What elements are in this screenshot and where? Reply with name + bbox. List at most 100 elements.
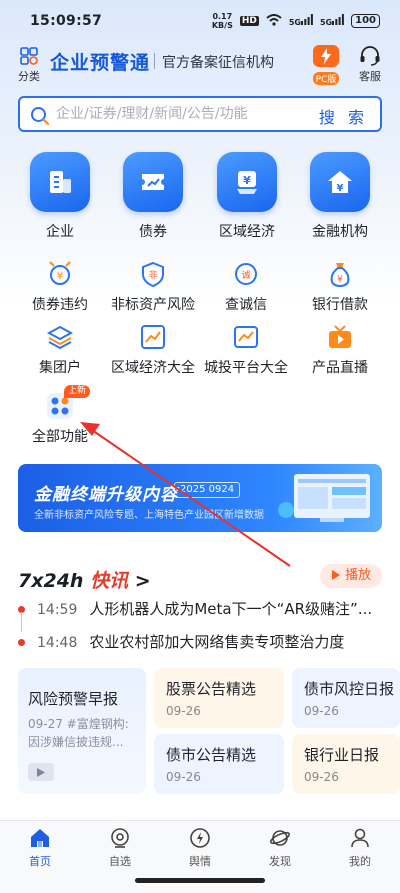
category-label: 分类 xyxy=(18,70,40,83)
user-icon xyxy=(351,828,369,848)
promo-banner[interactable]: 金融终端升级内容 2025 0924 全新非标资产风险专题、上海特色产业园区新增… xyxy=(18,464,382,532)
news-title-prefix: 7x24h xyxy=(18,570,84,592)
svg-text:¥: ¥ xyxy=(337,275,343,285)
category-enterprise[interactable]: 企业 xyxy=(20,152,100,241)
tool-bank-loan[interactable]: ¥ 银行借款 xyxy=(290,260,390,314)
regional-yen-icon: ¥ xyxy=(217,152,277,212)
tool-check-integrity[interactable]: 诚 查诚信 xyxy=(196,260,296,314)
terminal-illustration-icon xyxy=(278,474,370,522)
feature-card[interactable]: 债市公告精选 09-26 xyxy=(154,734,284,794)
status-icons: 0.17 KB/S HD 5G 5G 100 xyxy=(212,12,380,30)
category-button[interactable]: 分类 xyxy=(16,46,42,84)
card-title: 债市公告精选 xyxy=(166,746,257,764)
status-time: 15:09:57 xyxy=(30,13,103,29)
feature-card[interactable]: 股票公告精选 09-26 xyxy=(154,668,284,728)
tool-regional-economy-all[interactable]: 区域经济大全 xyxy=(103,323,203,377)
tool-all-functions[interactable]: 全部功能 xyxy=(10,392,110,446)
banner-subtitle: 全新非标资产风险专题、上海特色产业园区新增数据 xyxy=(34,510,264,521)
bond-ticket-icon xyxy=(123,152,183,212)
news-title-highlight: 快讯 xyxy=(90,570,129,592)
category-financial-institution[interactable]: ¥ 金融机构 xyxy=(300,152,380,241)
search-button[interactable]: 搜 索 xyxy=(319,104,368,128)
nav-watchlist-label: 自选 xyxy=(109,855,131,868)
category-regional-economy[interactable]: ¥ 区域经济 xyxy=(207,152,287,241)
feature-card[interactable]: 债市风控日报 09-26 xyxy=(292,668,400,728)
net-speed: 0.17 KB/S xyxy=(211,12,233,30)
tool-product-live[interactable]: 产品直播 xyxy=(290,323,390,377)
home-icon xyxy=(31,829,49,847)
hd-icon: HD xyxy=(239,16,259,26)
play-label: 播放 xyxy=(345,568,372,583)
pc-version-label: PC版 xyxy=(312,72,340,85)
tool-bond-default-label: 债券违约 xyxy=(32,297,88,313)
card-desc: 09-27 #富煌钢构: 因涉嫌信披违规... xyxy=(28,717,129,749)
status-bar: 15:09:57 0.17 KB/S HD 5G 5G 100 xyxy=(0,0,400,44)
news-text: 人形机器人成为Meta下一个“AR级赌注”... xyxy=(89,600,373,618)
customer-service-button[interactable]: 客服 xyxy=(356,46,384,84)
banner-date: 2025 0924 xyxy=(174,482,241,498)
signal-icon-2: 5G xyxy=(320,14,345,28)
feature-card[interactable]: 银行业日报 09-26 xyxy=(292,734,400,794)
news-item[interactable]: 14:59 人形机器人成为Meta下一个“AR级赌注”... xyxy=(18,598,388,619)
news-time: 14:59 xyxy=(37,602,78,618)
timeline-line xyxy=(21,612,22,632)
category-bond[interactable]: 债券 xyxy=(113,152,193,241)
card-date: 09-26 xyxy=(166,770,201,784)
tv-play-icon xyxy=(326,323,354,351)
main-category-grid: 企业 债券 ¥ 区域经济 ¥ 金融机构 xyxy=(0,152,400,242)
news-time: 14:48 xyxy=(37,635,78,651)
nav-discover-label: 发现 xyxy=(269,855,291,868)
nav-watchlist[interactable]: 自选 xyxy=(90,827,150,869)
news-section-title[interactable]: 7x24h 快讯 > xyxy=(18,566,151,593)
nav-profile-label: 我的 xyxy=(349,855,371,868)
search-bar[interactable]: 搜 索 xyxy=(18,96,382,132)
tool-product-live-label: 产品直播 xyxy=(312,360,368,376)
nav-sentiment[interactable]: 舆情 xyxy=(170,827,230,869)
search-input[interactable] xyxy=(56,102,326,126)
pc-version-button[interactable]: PC版 xyxy=(309,45,343,86)
lightning-icon xyxy=(313,45,339,67)
card-date: 09-26 xyxy=(304,704,339,718)
category-bond-label: 债券 xyxy=(139,224,167,240)
customer-service-label: 客服 xyxy=(359,70,381,83)
lightning-circle-icon xyxy=(190,828,210,848)
tool-nonstandard-risk-label: 非标资产风险 xyxy=(111,297,195,313)
tool-urban-investment-all[interactable]: 城投平台大全 xyxy=(196,323,296,377)
banner-title: 金融终端升级内容 xyxy=(34,485,178,505)
nav-profile[interactable]: 我的 xyxy=(330,827,390,869)
timeline-dot xyxy=(18,639,25,646)
risk-morning-report-card[interactable]: 风险预警早报 09-27 #富煌钢构: 因涉嫌信披违规... xyxy=(18,668,146,794)
chevron-right-icon: > xyxy=(134,570,151,592)
news-item[interactable]: 14:48 农业农村部加大网络售卖专项整治力度 xyxy=(18,631,388,652)
search-icon xyxy=(31,107,50,126)
tool-check-integrity-label: 查诚信 xyxy=(225,297,267,313)
svg-text:诚: 诚 xyxy=(241,269,250,281)
tool-nonstandard-risk[interactable]: 非 非标资产风险 xyxy=(103,260,203,314)
tool-regional-economy-all-label: 区域经济大全 xyxy=(111,360,195,376)
tool-bond-default[interactable]: ¥ 债券违约 xyxy=(10,260,110,314)
svg-text:¥: ¥ xyxy=(337,183,344,194)
play-icon xyxy=(331,570,340,580)
svg-text:¥: ¥ xyxy=(57,271,63,282)
yen-coin-icon: ¥ xyxy=(46,260,74,288)
card-title: 风险预警早报 xyxy=(28,690,119,708)
signal-icon-1: 5G xyxy=(289,14,313,28)
line-chart-icon xyxy=(232,323,260,351)
new-badge: 上新 xyxy=(64,385,91,398)
nav-home-label: 首页 xyxy=(29,855,51,868)
header-divider xyxy=(154,53,155,69)
bank-house-icon: ¥ xyxy=(310,152,370,212)
app-header: 分类 企业预警通 官方备案征信机构 PC版 客服 xyxy=(0,44,400,88)
nav-home[interactable]: 首页 xyxy=(10,827,70,869)
play-button[interactable]: 播放 xyxy=(320,564,382,588)
nav-discover[interactable]: 发现 xyxy=(250,827,310,869)
video-play-icon xyxy=(28,763,54,781)
trend-chart-icon xyxy=(139,323,167,351)
category-financial-institution-label: 金融机构 xyxy=(312,224,368,240)
wifi-icon xyxy=(266,13,282,29)
card-date: 09-26 xyxy=(166,704,201,718)
app-logo: 企业预警通 xyxy=(50,52,151,74)
building-icon xyxy=(30,152,90,212)
tool-group-account[interactable]: 集团户 xyxy=(10,323,110,377)
tool-bank-loan-label: 银行借款 xyxy=(312,297,368,313)
